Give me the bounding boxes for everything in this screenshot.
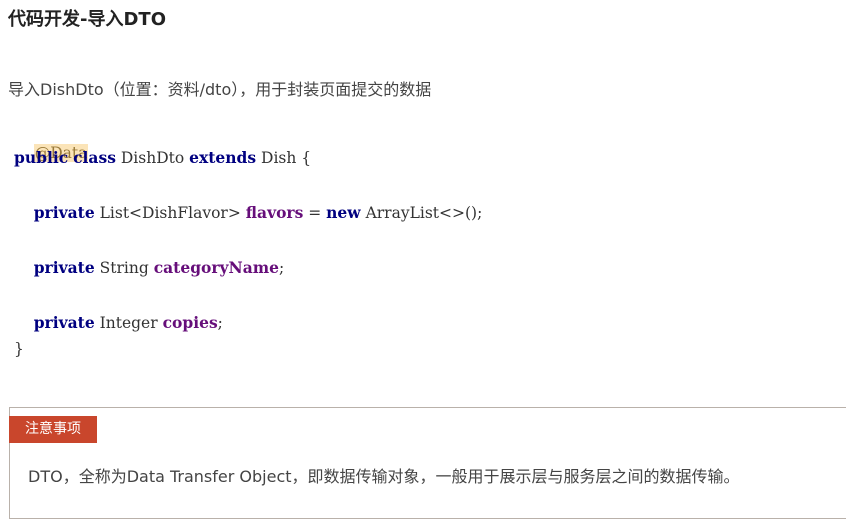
field-name: copies (162, 313, 218, 332)
note-tag: 注意事项 (9, 416, 97, 443)
field-name: categoryName (153, 258, 280, 277)
parent-class: Dish { (261, 149, 312, 167)
keyword-private: private (33, 258, 95, 277)
code-block: @Data public class DishDto extends Dish … (14, 120, 482, 358)
statement-end: ; (279, 259, 285, 277)
initializer: ArrayList<>(); (360, 204, 483, 222)
field-type: String (99, 259, 149, 277)
keyword-class: class (73, 148, 116, 167)
page-title: 代码开发-导入DTO (8, 9, 166, 30)
code-line-copies-field: private Integer copies; (14, 312, 223, 334)
field-type: List<DishFlavor> (99, 204, 241, 222)
keyword-public: public (14, 148, 69, 167)
code-line-categoryname-field: private String categoryName; (14, 257, 285, 279)
note-box (9, 407, 846, 519)
closing-brace: } (14, 340, 24, 358)
class-name: DishDto (120, 149, 185, 167)
intro-paragraph: 导入DishDto（位置：资料/dto），用于封装页面提交的数据 (8, 80, 432, 99)
field-name: flavors (245, 203, 304, 222)
statement-end: ; (217, 314, 223, 332)
keyword-private: private (33, 203, 95, 222)
code-line-annotation: @Data (14, 120, 89, 162)
code-line-closing-brace: } (14, 338, 24, 360)
note-text: DTO，全称为Data Transfer Object，即数据传输对象，一般用于… (28, 467, 740, 486)
keyword-new: new (326, 203, 361, 222)
code-line-flavors-field: private List<DishFlavor> flavors = new A… (14, 202, 483, 224)
field-type: Integer (99, 314, 158, 332)
assignment-operator: = (303, 204, 327, 222)
keyword-private: private (33, 313, 95, 332)
keyword-extends: extends (189, 148, 257, 167)
code-line-class-declaration: public class DishDto extends Dish { (14, 147, 311, 169)
